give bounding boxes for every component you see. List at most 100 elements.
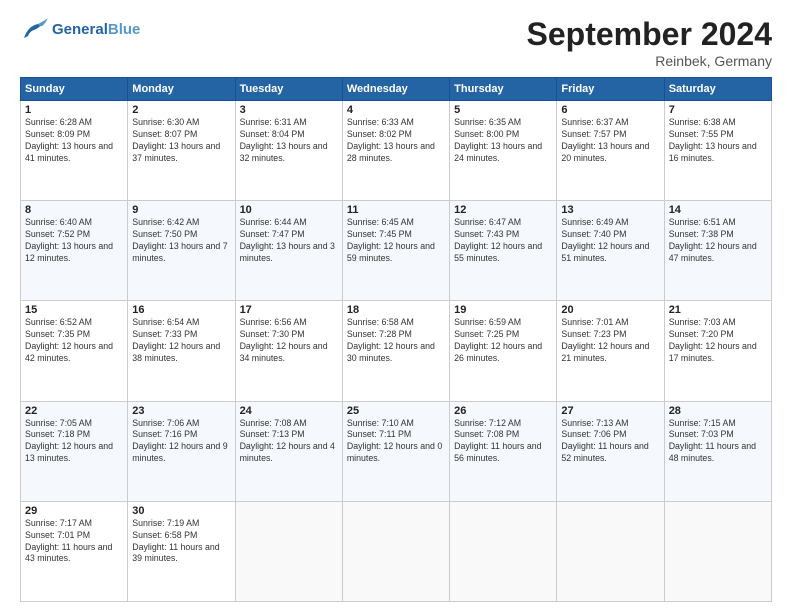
calendar-cell: 16 Sunrise: 6:54 AM Sunset: 7:33 PM Dayl… [128, 301, 235, 401]
day-number: 23 [132, 405, 230, 417]
calendar-cell: 5 Sunrise: 6:35 AM Sunset: 8:00 PM Dayli… [450, 101, 557, 201]
day-detail: Sunrise: 7:15 AM Sunset: 7:03 PM Dayligh… [669, 418, 767, 466]
calendar-header-sunday: Sunday [21, 78, 128, 101]
day-number: 1 [25, 104, 123, 116]
calendar-header-wednesday: Wednesday [342, 78, 449, 101]
calendar-cell: 10 Sunrise: 6:44 AM Sunset: 7:47 PM Dayl… [235, 201, 342, 301]
day-detail: Sunrise: 6:58 AM Sunset: 7:28 PM Dayligh… [347, 317, 445, 365]
calendar-cell: 4 Sunrise: 6:33 AM Sunset: 8:02 PM Dayli… [342, 101, 449, 201]
day-detail: Sunrise: 7:19 AM Sunset: 6:58 PM Dayligh… [132, 518, 230, 566]
logo-text: GeneralBlue [52, 22, 140, 39]
calendar-cell [557, 501, 664, 601]
day-number: 5 [454, 104, 552, 116]
day-detail: Sunrise: 6:54 AM Sunset: 7:33 PM Dayligh… [132, 317, 230, 365]
calendar-cell: 21 Sunrise: 7:03 AM Sunset: 7:20 PM Dayl… [664, 301, 771, 401]
calendar-cell: 25 Sunrise: 7:10 AM Sunset: 7:11 PM Dayl… [342, 401, 449, 501]
calendar-cell: 15 Sunrise: 6:52 AM Sunset: 7:35 PM Dayl… [21, 301, 128, 401]
calendar-week-row: 8 Sunrise: 6:40 AM Sunset: 7:52 PM Dayli… [21, 201, 772, 301]
day-detail: Sunrise: 6:28 AM Sunset: 8:09 PM Dayligh… [25, 117, 123, 165]
calendar-week-row: 29 Sunrise: 7:17 AM Sunset: 7:01 PM Dayl… [21, 501, 772, 601]
day-detail: Sunrise: 6:56 AM Sunset: 7:30 PM Dayligh… [240, 317, 338, 365]
calendar-header-thursday: Thursday [450, 78, 557, 101]
logo-general: General [52, 21, 108, 38]
calendar-cell: 7 Sunrise: 6:38 AM Sunset: 7:55 PM Dayli… [664, 101, 771, 201]
day-number: 24 [240, 405, 338, 417]
calendar-page: GeneralBlue September 2024 Reinbek, Germ… [0, 0, 792, 612]
header: GeneralBlue September 2024 Reinbek, Germ… [20, 16, 772, 69]
day-number: 30 [132, 505, 230, 517]
day-detail: Sunrise: 7:12 AM Sunset: 7:08 PM Dayligh… [454, 418, 552, 466]
day-number: 18 [347, 304, 445, 316]
day-detail: Sunrise: 7:17 AM Sunset: 7:01 PM Dayligh… [25, 518, 123, 566]
calendar-cell: 6 Sunrise: 6:37 AM Sunset: 7:57 PM Dayli… [557, 101, 664, 201]
calendar-cell: 29 Sunrise: 7:17 AM Sunset: 7:01 PM Dayl… [21, 501, 128, 601]
calendar-cell: 11 Sunrise: 6:45 AM Sunset: 7:45 PM Dayl… [342, 201, 449, 301]
day-number: 16 [132, 304, 230, 316]
day-detail: Sunrise: 6:40 AM Sunset: 7:52 PM Dayligh… [25, 217, 123, 265]
day-number: 9 [132, 204, 230, 216]
day-number: 14 [669, 204, 767, 216]
day-number: 8 [25, 204, 123, 216]
calendar-cell: 14 Sunrise: 6:51 AM Sunset: 7:38 PM Dayl… [664, 201, 771, 301]
calendar-table: SundayMondayTuesdayWednesdayThursdayFrid… [20, 77, 772, 602]
calendar-cell: 1 Sunrise: 6:28 AM Sunset: 8:09 PM Dayli… [21, 101, 128, 201]
calendar-cell: 9 Sunrise: 6:42 AM Sunset: 7:50 PM Dayli… [128, 201, 235, 301]
day-detail: Sunrise: 7:13 AM Sunset: 7:06 PM Dayligh… [561, 418, 659, 466]
day-number: 2 [132, 104, 230, 116]
calendar-header-monday: Monday [128, 78, 235, 101]
day-detail: Sunrise: 6:38 AM Sunset: 7:55 PM Dayligh… [669, 117, 767, 165]
calendar-week-row: 15 Sunrise: 6:52 AM Sunset: 7:35 PM Dayl… [21, 301, 772, 401]
calendar-cell: 30 Sunrise: 7:19 AM Sunset: 6:58 PM Dayl… [128, 501, 235, 601]
day-number: 6 [561, 104, 659, 116]
day-detail: Sunrise: 6:44 AM Sunset: 7:47 PM Dayligh… [240, 217, 338, 265]
day-detail: Sunrise: 6:30 AM Sunset: 8:07 PM Dayligh… [132, 117, 230, 165]
day-number: 3 [240, 104, 338, 116]
day-detail: Sunrise: 6:35 AM Sunset: 8:00 PM Dayligh… [454, 117, 552, 165]
location: Reinbek, Germany [527, 53, 772, 69]
day-detail: Sunrise: 6:33 AM Sunset: 8:02 PM Dayligh… [347, 117, 445, 165]
day-number: 15 [25, 304, 123, 316]
calendar-cell: 18 Sunrise: 6:58 AM Sunset: 7:28 PM Dayl… [342, 301, 449, 401]
day-number: 22 [25, 405, 123, 417]
day-number: 19 [454, 304, 552, 316]
day-detail: Sunrise: 6:42 AM Sunset: 7:50 PM Dayligh… [132, 217, 230, 265]
day-number: 7 [669, 104, 767, 116]
calendar-cell: 20 Sunrise: 7:01 AM Sunset: 7:23 PM Dayl… [557, 301, 664, 401]
calendar-cell: 27 Sunrise: 7:13 AM Sunset: 7:06 PM Dayl… [557, 401, 664, 501]
calendar-cell: 8 Sunrise: 6:40 AM Sunset: 7:52 PM Dayli… [21, 201, 128, 301]
title-block: September 2024 Reinbek, Germany [527, 16, 772, 69]
day-detail: Sunrise: 6:52 AM Sunset: 7:35 PM Dayligh… [25, 317, 123, 365]
day-detail: Sunrise: 6:37 AM Sunset: 7:57 PM Dayligh… [561, 117, 659, 165]
day-detail: Sunrise: 7:10 AM Sunset: 7:11 PM Dayligh… [347, 418, 445, 466]
calendar-cell: 17 Sunrise: 6:56 AM Sunset: 7:30 PM Dayl… [235, 301, 342, 401]
calendar-week-row: 22 Sunrise: 7:05 AM Sunset: 7:18 PM Dayl… [21, 401, 772, 501]
day-detail: Sunrise: 7:06 AM Sunset: 7:16 PM Dayligh… [132, 418, 230, 466]
calendar-cell: 22 Sunrise: 7:05 AM Sunset: 7:18 PM Dayl… [21, 401, 128, 501]
calendar-cell: 12 Sunrise: 6:47 AM Sunset: 7:43 PM Dayl… [450, 201, 557, 301]
logo-icon [20, 16, 48, 44]
calendar-header-row: SundayMondayTuesdayWednesdayThursdayFrid… [21, 78, 772, 101]
calendar-cell: 3 Sunrise: 6:31 AM Sunset: 8:04 PM Dayli… [235, 101, 342, 201]
day-number: 25 [347, 405, 445, 417]
calendar-cell: 24 Sunrise: 7:08 AM Sunset: 7:13 PM Dayl… [235, 401, 342, 501]
calendar-cell [342, 501, 449, 601]
calendar-header-saturday: Saturday [664, 78, 771, 101]
calendar-cell: 23 Sunrise: 7:06 AM Sunset: 7:16 PM Dayl… [128, 401, 235, 501]
month-year: September 2024 [527, 16, 772, 53]
day-detail: Sunrise: 7:05 AM Sunset: 7:18 PM Dayligh… [25, 418, 123, 466]
day-number: 4 [347, 104, 445, 116]
day-number: 10 [240, 204, 338, 216]
logo-blue: Blue [108, 21, 141, 38]
calendar-header-friday: Friday [557, 78, 664, 101]
day-detail: Sunrise: 7:01 AM Sunset: 7:23 PM Dayligh… [561, 317, 659, 365]
day-detail: Sunrise: 6:51 AM Sunset: 7:38 PM Dayligh… [669, 217, 767, 265]
day-number: 26 [454, 405, 552, 417]
calendar-cell [450, 501, 557, 601]
day-detail: Sunrise: 6:47 AM Sunset: 7:43 PM Dayligh… [454, 217, 552, 265]
logo: GeneralBlue [20, 16, 140, 44]
calendar-cell: 13 Sunrise: 6:49 AM Sunset: 7:40 PM Dayl… [557, 201, 664, 301]
day-number: 27 [561, 405, 659, 417]
day-number: 17 [240, 304, 338, 316]
day-number: 28 [669, 405, 767, 417]
calendar-week-row: 1 Sunrise: 6:28 AM Sunset: 8:09 PM Dayli… [21, 101, 772, 201]
